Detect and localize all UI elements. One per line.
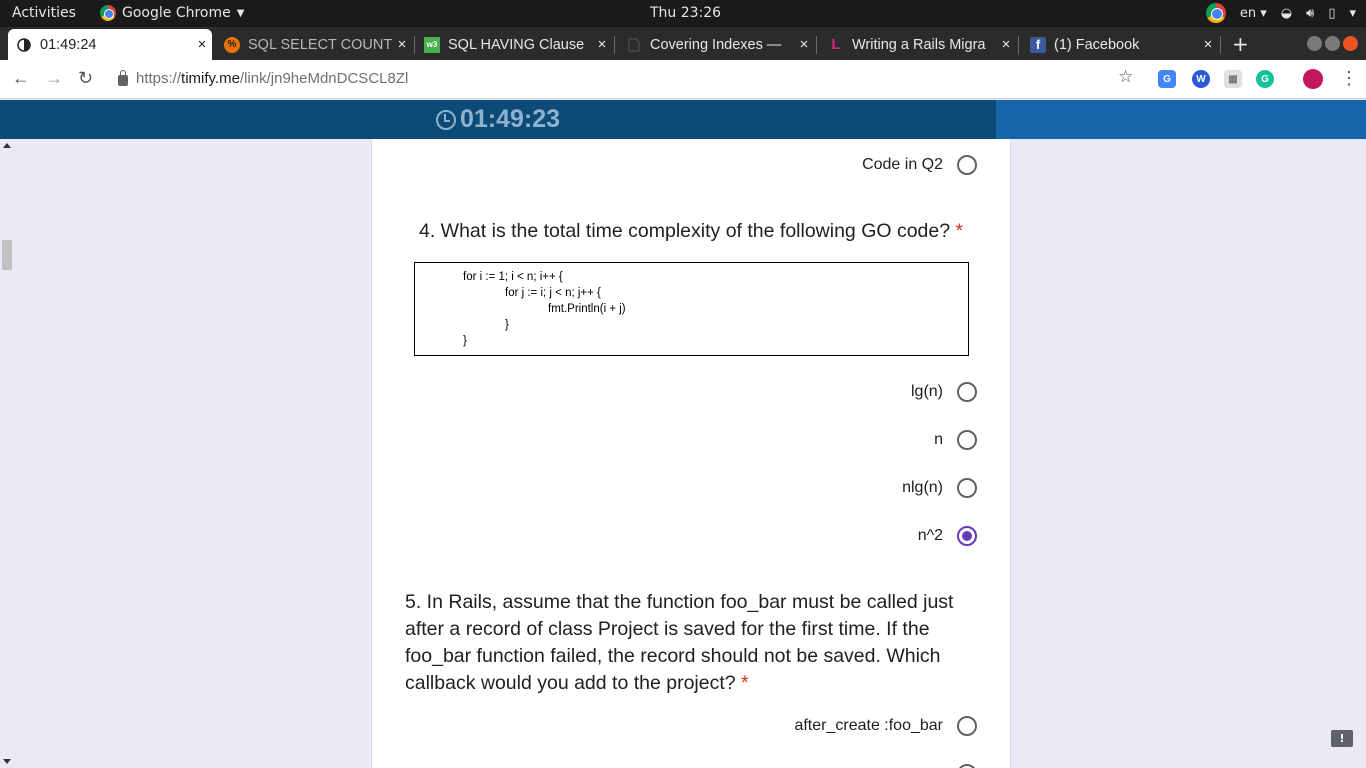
tab-title: (1) Facebook [1054,36,1140,53]
code-line: } [505,319,509,331]
timer-icon [16,37,32,53]
option-label: after_create :foo_bar [794,717,943,734]
close-tab-icon[interactable]: × [392,36,412,53]
sql-site-icon: % [224,36,240,53]
code-snippet-box: for i := 1; i < n; i++ { for j := i; j <… [414,262,969,356]
tab-timer[interactable]: 01:49:24 × [8,29,212,60]
close-tab-icon[interactable]: × [592,36,612,53]
battery-icon[interactable]: ▯ [1328,6,1335,21]
question-4-title: 4. What is the total time complexity of … [419,220,964,242]
radio-button[interactable] [957,764,977,768]
wifi-icon[interactable]: ◒ [1281,6,1292,21]
close-window-button[interactable] [1343,36,1358,51]
option-nlg-n[interactable]: nlg(n) [902,478,977,498]
option-label: n [934,431,943,448]
extension-icon[interactable]: ▦ [1224,70,1242,88]
browser-toolbar: ← → ↻ https://timify.me/link/jn9heMdnDCS… [0,60,1366,99]
scrollbar-thumb[interactable] [2,240,12,270]
quiz-form-card: Code in Q2 4. What is the total time com… [371,139,1011,768]
chrome-tray-icon[interactable] [1205,3,1226,23]
tab-title: Covering Indexes — [650,36,782,53]
clock-icon [435,109,456,130]
document-icon [626,37,642,53]
facebook-icon: f [1030,36,1046,53]
close-tab-icon[interactable]: × [996,36,1016,53]
option-code-in-q2[interactable]: Code in Q2 [862,155,977,175]
option-n[interactable]: n [934,430,977,450]
new-tab-button[interactable]: + [1232,32,1249,56]
lucidchart-icon: L [831,36,841,53]
lock-icon [118,70,128,86]
avatar[interactable] [1303,69,1323,89]
radio-button[interactable] [957,430,977,450]
grammarly-icon[interactable]: G [1256,70,1274,88]
url-text: https://timify.me/link/jn9heMdnDCSCL8Zl [136,70,409,87]
app-name: Google Chrome [122,5,231,21]
back-arrow-icon[interactable]: ← [12,68,30,89]
radio-button-selected[interactable] [957,526,977,546]
wordtune-icon[interactable]: W [1192,70,1210,88]
close-tab-icon[interactable]: × [192,36,212,53]
address-bar[interactable]: https://timify.me/link/jn9heMdnDCSCL8Zl [118,70,408,87]
question-5-title: 5. In Rails, assume that the function fo… [405,591,954,694]
radio-button[interactable] [957,155,977,175]
countdown-timer: 01:49:23 [459,105,561,133]
tab-title: SQL HAVING Clause [448,36,585,53]
w3-icon: w3 [424,36,440,53]
tab-facebook[interactable]: f (1) Facebook × [1022,29,1218,60]
code-line: fmt.Println(i + j) [548,303,626,315]
scroll-up-arrow-icon[interactable] [3,143,11,148]
required-asterisk: * [955,220,964,242]
tab-strip: 01:49:24 × % SQL SELECT COUNT, × w3 SQL … [0,27,1366,60]
option-label: Code in Q2 [862,156,943,173]
tab-sql-having[interactable]: w3 SQL HAVING Clause × [416,29,612,60]
system-menu-chevron-icon[interactable]: ▾ [1349,6,1356,21]
option-n-squared[interactable]: n^2 [918,526,977,546]
chrome-icon [100,5,116,21]
close-tab-icon[interactable]: × [794,36,814,53]
option-next-partial[interactable] [957,764,977,768]
menu-kebab-icon[interactable]: ⋮ [1340,68,1358,89]
activities-button[interactable]: Activities [12,5,76,21]
radio-button[interactable] [957,478,977,498]
chevron-down-icon: ▼ [236,7,245,19]
tab-title: Writing a Rails Migra [852,36,986,53]
code-line: } [463,335,467,347]
countdown-timer-bar: 01:49:23 [0,100,996,139]
radio-button[interactable] [957,716,977,736]
forward-arrow-icon[interactable]: → [45,68,63,89]
window-controls [1307,36,1358,51]
feedback-icon[interactable]: ! [1331,730,1353,747]
scroll-down-arrow-icon[interactable] [3,759,11,764]
tab-rails-migration[interactable]: L Writing a Rails Migra × [820,29,1016,60]
volume-icon[interactable]: 🔊︎ [1306,6,1314,21]
tab-sql-select-count[interactable]: % SQL SELECT COUNT, × [216,29,412,60]
code-line: for i := 1; i < n; i++ { [463,271,563,283]
required-asterisk: * [741,672,749,694]
google-translate-icon[interactable]: G [1158,70,1176,88]
option-lg-n[interactable]: lg(n) [911,382,977,402]
minimize-button[interactable] [1307,36,1322,51]
app-menu[interactable]: Google Chrome ▼ [100,5,244,21]
system-top-bar: Activities Google Chrome ▼ Thu 23:26 en … [0,0,1366,27]
option-label: nlg(n) [902,479,943,496]
header-right-panel [996,100,1366,139]
option-label: lg(n) [910,383,943,400]
option-label: n^2 [917,527,943,544]
language-indicator[interactable]: en ▾ [1240,6,1267,21]
tab-covering-indexes[interactable]: Covering Indexes — × [618,29,814,60]
reload-icon[interactable]: ↻ [78,68,93,89]
page-scrollbar[interactable] [0,139,15,768]
option-after-create[interactable]: after_create :foo_bar [794,716,977,736]
maximize-button[interactable] [1325,36,1340,51]
bookmark-star-icon[interactable]: ☆ [1118,67,1133,87]
tab-title: 01:49:24 [40,36,97,53]
tab-title: SQL SELECT COUNT, [248,36,392,53]
system-clock[interactable]: Thu 23:26 [650,5,721,21]
close-tab-icon[interactable]: × [1198,36,1218,53]
radio-button[interactable] [957,382,977,402]
code-line: for j := i; j < n; j++ { [505,287,601,299]
